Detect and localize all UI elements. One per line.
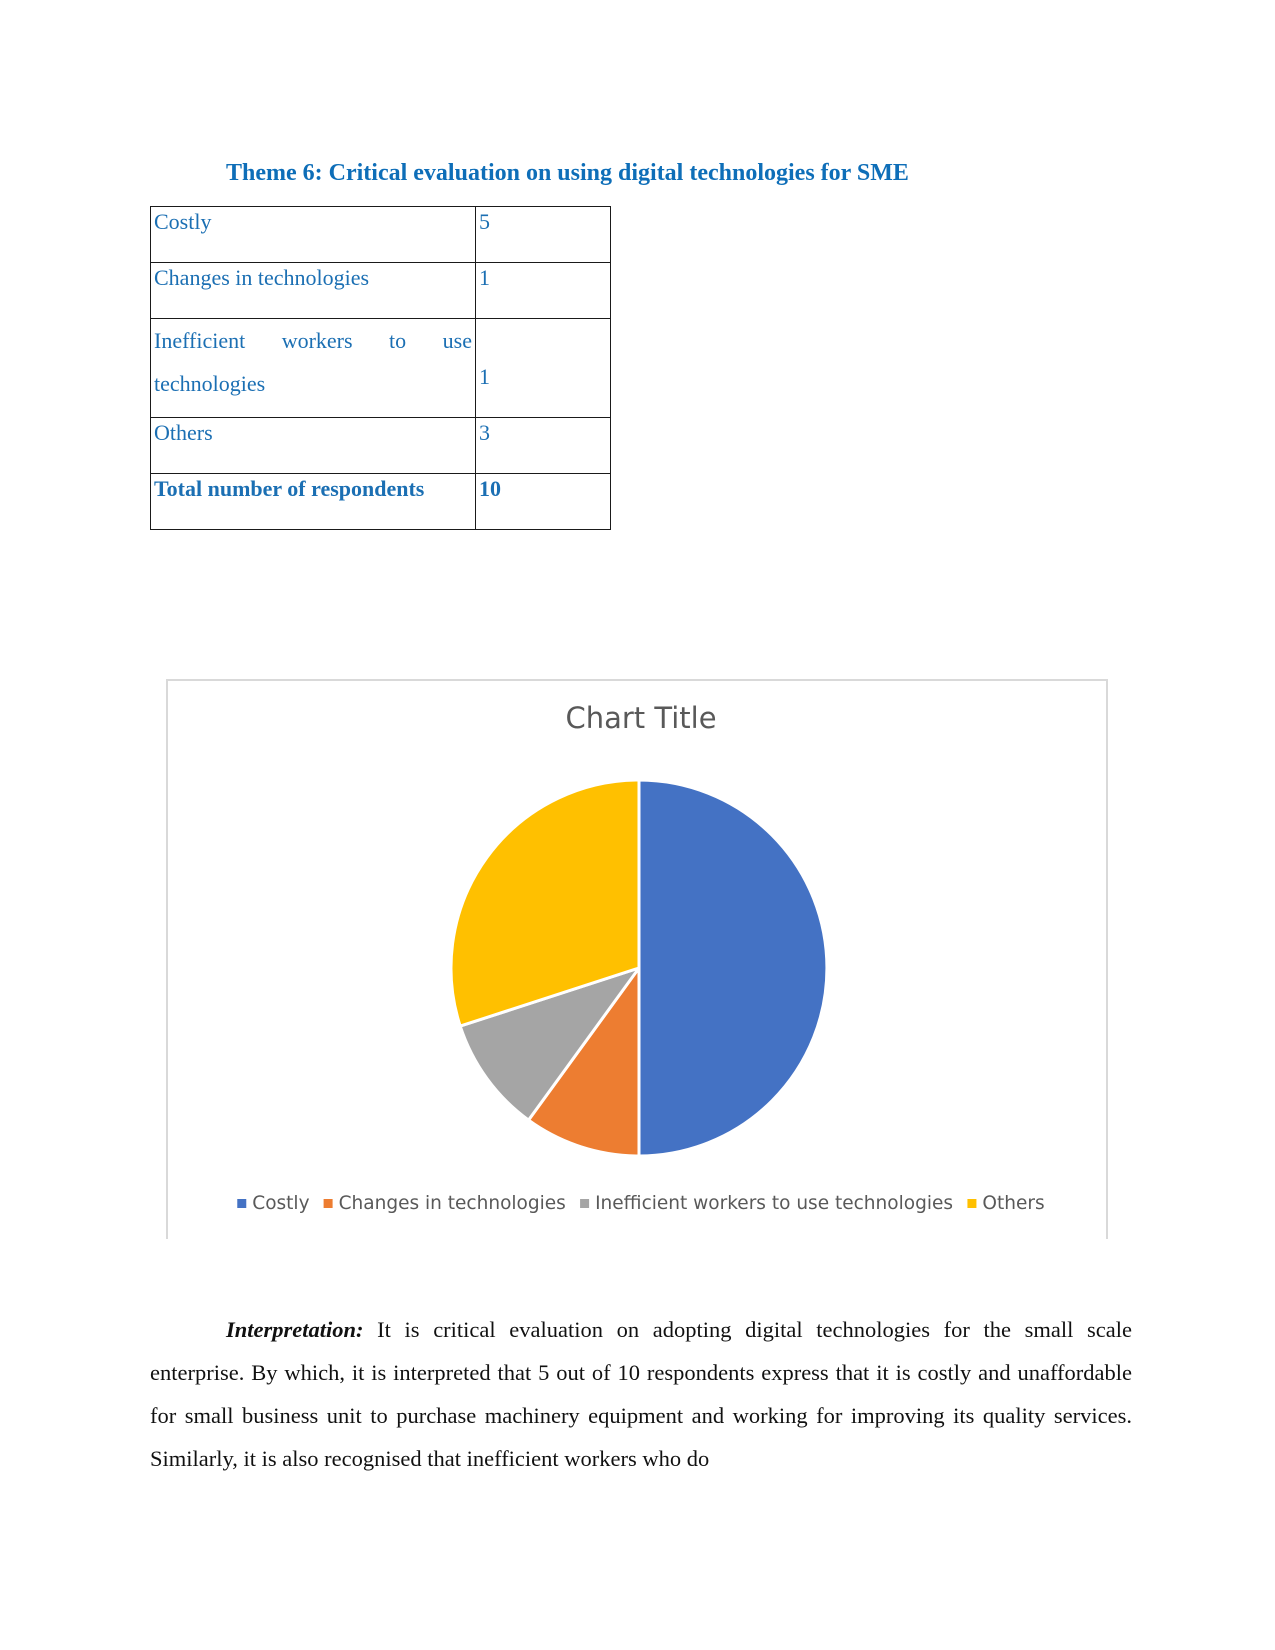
legend-label: Others xyxy=(982,1193,1044,1214)
table-total-row: Total number of respondents 10 xyxy=(150,473,611,530)
row-label: Others xyxy=(150,417,476,474)
legend-label: Costly xyxy=(252,1193,309,1214)
legend-label: Changes in technologies xyxy=(339,1193,566,1214)
legend-swatch-icon xyxy=(580,1199,590,1208)
table-row: Changes in technologies 1 xyxy=(150,262,611,319)
chart-legend: Costly Changes in technologies Inefficient… xyxy=(237,1193,1045,1214)
total-label: Total number of respondents xyxy=(150,473,476,530)
respondents-table: Costly 5 Changes in technologies 1 Ineff… xyxy=(150,206,611,530)
row-value: 1 xyxy=(475,262,611,319)
table-row: Inefficient workers to use technologies … xyxy=(150,318,611,418)
legend-swatch-icon xyxy=(967,1199,977,1208)
pie-slices xyxy=(449,778,829,1158)
chart-title: Chart Title xyxy=(565,701,716,735)
table-row: Costly 5 xyxy=(150,206,611,263)
pie-slice-costly xyxy=(637,778,829,1158)
legend-swatch-icon xyxy=(237,1199,247,1208)
legend-label: Inefficient workers to use technologies xyxy=(595,1193,953,1214)
interpretation-lead: Interpretation: xyxy=(226,1317,364,1342)
theme-heading: Theme 6: Critical evaluation on using di… xyxy=(226,160,909,186)
row-value: 5 xyxy=(475,206,611,263)
row-label: Changes in technologies xyxy=(150,262,476,319)
row-label: Inefficient workers to use technologies xyxy=(150,318,476,418)
pie-chart: Chart Title Costly Changes in technologie… xyxy=(166,679,1108,1239)
table-row: Others 3 xyxy=(150,417,611,474)
pie-chart-svg: Chart Title Costly Changes in technologie… xyxy=(237,701,1045,1214)
legend-swatch-icon xyxy=(323,1199,333,1208)
row-value: 1 xyxy=(475,318,611,418)
row-value: 3 xyxy=(475,417,611,474)
interpretation-paragraph: Interpretation: It is critical evaluatio… xyxy=(150,1308,1132,1480)
row-label: Costly xyxy=(150,206,476,263)
total-value: 10 xyxy=(475,473,611,530)
